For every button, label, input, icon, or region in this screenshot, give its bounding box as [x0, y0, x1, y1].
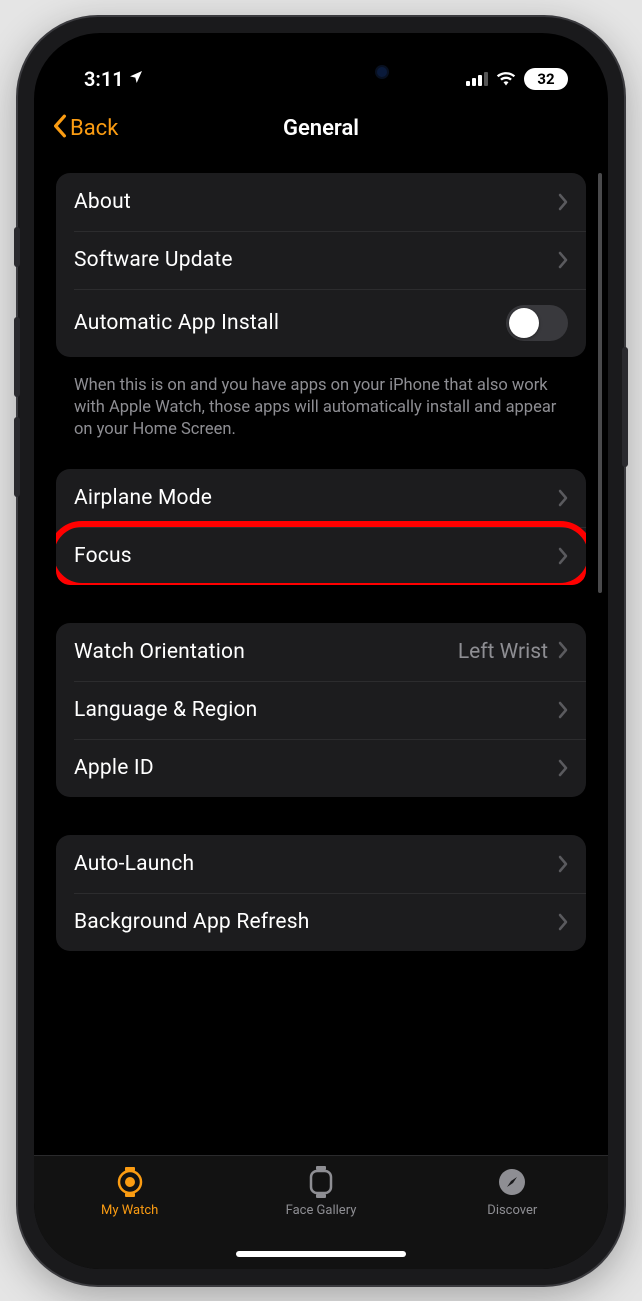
row-auto-launch[interactable]: Auto-Launch [56, 835, 586, 893]
chevron-right-icon [558, 193, 568, 211]
battery-indicator: 32 [524, 68, 568, 90]
cellular-signal-icon [466, 72, 488, 86]
row-label: Auto-Launch [74, 852, 194, 876]
status-right: 32 [466, 67, 568, 91]
wifi-icon [496, 67, 516, 91]
row-background-app-refresh[interactable]: Background App Refresh [56, 893, 586, 951]
scroll-indicator[interactable] [598, 173, 602, 593]
phone-frame: 3:11 32 [18, 17, 624, 1285]
tab-label: Face Gallery [286, 1203, 357, 1218]
row-about[interactable]: About [56, 173, 586, 231]
volume-down-button [14, 417, 20, 497]
page-title: General [283, 116, 359, 141]
toggle-automatic-app-install[interactable] [506, 305, 568, 341]
chevron-right-icon [558, 641, 568, 663]
settings-group-1: About Software Update Automatic App Inst… [56, 173, 586, 357]
row-label: Airplane Mode [74, 486, 212, 510]
battery-percent: 32 [537, 70, 554, 88]
settings-group-2: Airplane Mode Focus [56, 469, 586, 585]
settings-group-3: Watch Orientation Left Wrist Language & … [56, 623, 586, 797]
row-automatic-app-install: Automatic App Install [56, 289, 586, 357]
watch-icon [115, 1166, 145, 1198]
volume-up-button [14, 317, 20, 397]
tab-label: My Watch [101, 1203, 158, 1218]
row-label: Language & Region [74, 698, 257, 722]
row-label: Software Update [74, 248, 233, 272]
row-detail-value: Left Wrist [458, 640, 548, 664]
home-indicator[interactable] [236, 1251, 406, 1257]
group-footer-text: When this is on and you have apps on you… [56, 367, 586, 470]
status-time: 3:11 [84, 67, 124, 91]
tab-label: Discover [487, 1203, 537, 1218]
chevron-left-icon [52, 114, 68, 144]
power-button [622, 347, 628, 467]
row-label: Focus [74, 544, 132, 568]
row-language-region[interactable]: Language & Region [56, 681, 586, 739]
row-label: Watch Orientation [74, 640, 245, 664]
settings-group-4: Auto-Launch Background App Refresh [56, 835, 586, 951]
watch-face-icon [308, 1166, 334, 1198]
row-label: Automatic App Install [74, 311, 279, 335]
chevron-right-icon [558, 547, 568, 565]
tab-discover[interactable]: Discover [418, 1166, 607, 1218]
row-apple-id[interactable]: Apple ID [56, 739, 586, 797]
toggle-knob [509, 308, 539, 338]
compass-icon [497, 1166, 527, 1198]
row-watch-orientation[interactable]: Watch Orientation Left Wrist [56, 623, 586, 681]
chevron-right-icon [558, 251, 568, 269]
status-left: 3:11 [84, 67, 144, 91]
chevron-right-icon [558, 701, 568, 719]
chevron-right-icon [558, 913, 568, 931]
tab-my-watch[interactable]: My Watch [35, 1166, 224, 1218]
front-camera [375, 65, 389, 79]
row-focus[interactable]: Focus [56, 527, 586, 585]
row-software-update[interactable]: Software Update [56, 231, 586, 289]
back-button[interactable]: Back [52, 114, 118, 144]
tab-bar: My Watch Face Gallery Discover [34, 1155, 608, 1269]
row-label: About [74, 190, 131, 214]
nav-header: Back General [34, 103, 608, 163]
dynamic-island [241, 51, 401, 93]
content-area: About Software Update Automatic App Inst… [34, 163, 608, 1155]
screen: 3:11 32 [34, 33, 608, 1269]
row-label: Apple ID [74, 756, 154, 780]
chevron-right-icon [558, 855, 568, 873]
location-icon [128, 69, 144, 89]
row-label: Background App Refresh [74, 910, 310, 934]
row-airplane-mode[interactable]: Airplane Mode [56, 469, 586, 527]
silence-switch [14, 227, 20, 267]
tab-face-gallery[interactable]: Face Gallery [226, 1166, 415, 1218]
chevron-right-icon [558, 489, 568, 507]
back-label: Back [70, 116, 118, 141]
chevron-right-icon [558, 759, 568, 777]
